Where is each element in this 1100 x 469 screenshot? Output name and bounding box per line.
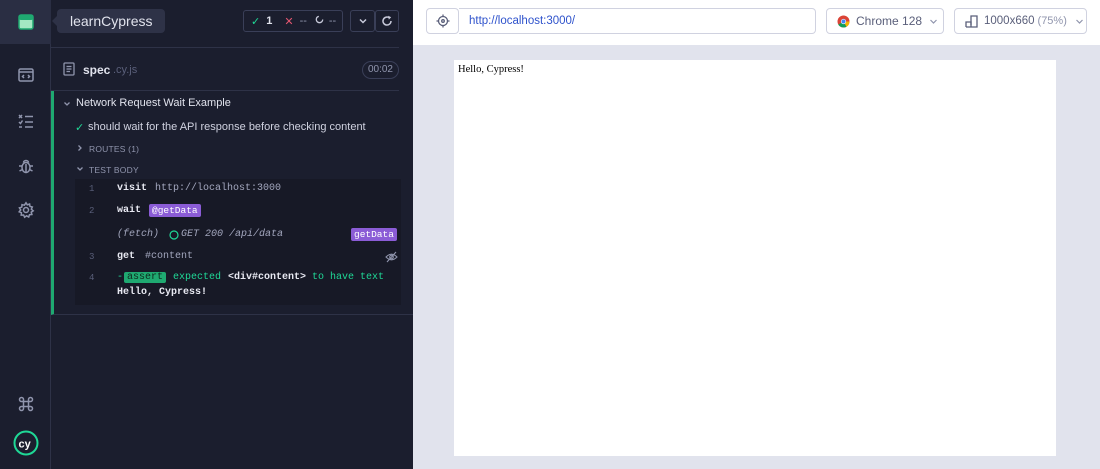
command-row-fetch[interactable]: (fetch) GET 200 /api/data getData: [75, 228, 401, 249]
command-log: 1 visit http://localhost:3000 2 wait @ge…: [75, 179, 401, 305]
browser-pane: http://localhost:3000/ Chrome 128 1000x6…: [413, 0, 1100, 469]
passed-count: 1: [266, 15, 273, 27]
assert-to-have: to have text: [312, 272, 385, 283]
command-name: get: [117, 251, 136, 262]
pending-count: --: [328, 15, 337, 27]
passed-check-icon: ✓: [251, 15, 261, 28]
spec-header: spec .cy.js 00:02: [51, 47, 399, 91]
command-row-visit[interactable]: 1 visit http://localhost:3000: [75, 183, 401, 203]
assert-value: Hello, Cypress!: [117, 287, 208, 298]
specs-icon: [17, 14, 34, 30]
chevron-down-icon: [358, 18, 367, 24]
document-icon: [63, 62, 75, 76]
command-key-icon: [18, 396, 33, 412]
command-message: #content: [145, 251, 194, 262]
nav-runs-button[interactable]: [0, 53, 51, 97]
chevron-down-icon: [930, 19, 937, 24]
url-text: http://localhost:3000/: [469, 15, 576, 27]
test-body-toggle[interactable]: TEST BODY: [89, 165, 139, 175]
browser-name: Chrome 128: [856, 14, 923, 28]
chevron-down-icon[interactable]: [63, 100, 71, 108]
viewport-icon: [965, 14, 978, 28]
nav-specs-button[interactable]: [0, 0, 51, 44]
command-name: wait: [117, 205, 142, 216]
chrome-icon: [837, 15, 850, 28]
cypress-logo: cy: [0, 421, 51, 465]
failed-x-icon: ✕: [284, 15, 294, 28]
spec-duration: 00:02: [361, 61, 399, 79]
viewport-selector[interactable]: 1000x660 (75%): [954, 8, 1087, 34]
refresh-icon: [382, 15, 392, 26]
collapse-toggle-button[interactable]: [350, 10, 375, 32]
chevron-down-icon[interactable]: [76, 165, 84, 173]
assert-subject: <div#content>: [228, 272, 307, 283]
assert-prefix: -: [117, 272, 124, 283]
cypress-logo-icon: cy: [13, 430, 38, 456]
command-number: 4: [89, 273, 95, 283]
command-number: 2: [89, 206, 95, 216]
crosshair-icon: [436, 14, 449, 28]
browser-toolbar: http://localhost:3000/ Chrome 128 1000x6…: [413, 0, 1100, 46]
alias-badge: getData: [351, 228, 397, 241]
command-name: visit: [117, 183, 148, 194]
command-row-wait[interactable]: 2 wait @getData: [75, 204, 401, 225]
test-stats: ✓ 1 ✕ -- --: [243, 10, 343, 32]
rerun-button[interactable]: [375, 10, 399, 32]
failed-count: --: [299, 15, 307, 27]
app-under-test: Hello, Cypress!: [454, 60, 1056, 456]
spec-name[interactable]: spec: [83, 63, 110, 77]
command-number: 3: [89, 252, 95, 262]
command-row-get[interactable]: 3 get #content: [75, 251, 401, 271]
project-name-tooltip: learnCypress: [51, 9, 166, 33]
url-bar[interactable]: http://localhost:3000/: [459, 8, 816, 34]
eye-slash-icon: [385, 251, 398, 263]
pending-spinner-icon: [315, 15, 324, 27]
test-suite: Network Request Wait Example ✓ should wa…: [51, 91, 413, 315]
command-message: http://localhost:3000: [155, 183, 282, 194]
chevron-right-icon[interactable]: [76, 144, 84, 152]
bug-icon: [18, 159, 33, 174]
assert-badge: assert: [124, 272, 167, 283]
command-row-assert[interactable]: 4 - assert expected <div#content> to hav…: [75, 272, 401, 302]
request-status-circle-icon: [169, 230, 179, 240]
gear-icon: [17, 201, 34, 219]
routes-toggle[interactable]: ROUTES (1): [89, 144, 139, 154]
nav-debug-button[interactable]: [0, 144, 51, 188]
suite-title[interactable]: Network Request Wait Example: [76, 97, 231, 109]
aut-content: Hello, Cypress!: [458, 64, 524, 75]
test-passed-check-icon: ✓: [75, 122, 85, 134]
request-message: GET 200 /api/data: [181, 229, 284, 240]
event-type: (fetch): [117, 229, 160, 240]
command-number: 1: [89, 184, 95, 194]
svg-text:cy: cy: [18, 439, 31, 451]
alias-badge: @getData: [149, 204, 201, 217]
browser-selector[interactable]: Chrome 128: [826, 8, 944, 34]
viewport-size: 1000x660: [984, 15, 1035, 27]
assert-expected: expected: [173, 272, 222, 283]
chevron-down-icon: [1075, 19, 1083, 24]
spec-extension: .cy.js: [113, 64, 138, 76]
nav-keyboard-shortcuts-button[interactable]: [0, 382, 51, 426]
test-list-icon: [17, 114, 33, 128]
nav-settings-button[interactable]: [0, 188, 51, 232]
selector-playground-button[interactable]: [426, 8, 459, 34]
viewport-scale: (75%): [1037, 15, 1067, 27]
side-nav: cy: [0, 0, 51, 469]
nav-tests-button[interactable]: [0, 99, 51, 143]
code-window-icon: [17, 68, 34, 82]
test-title[interactable]: should wait for the API response before …: [88, 121, 366, 133]
